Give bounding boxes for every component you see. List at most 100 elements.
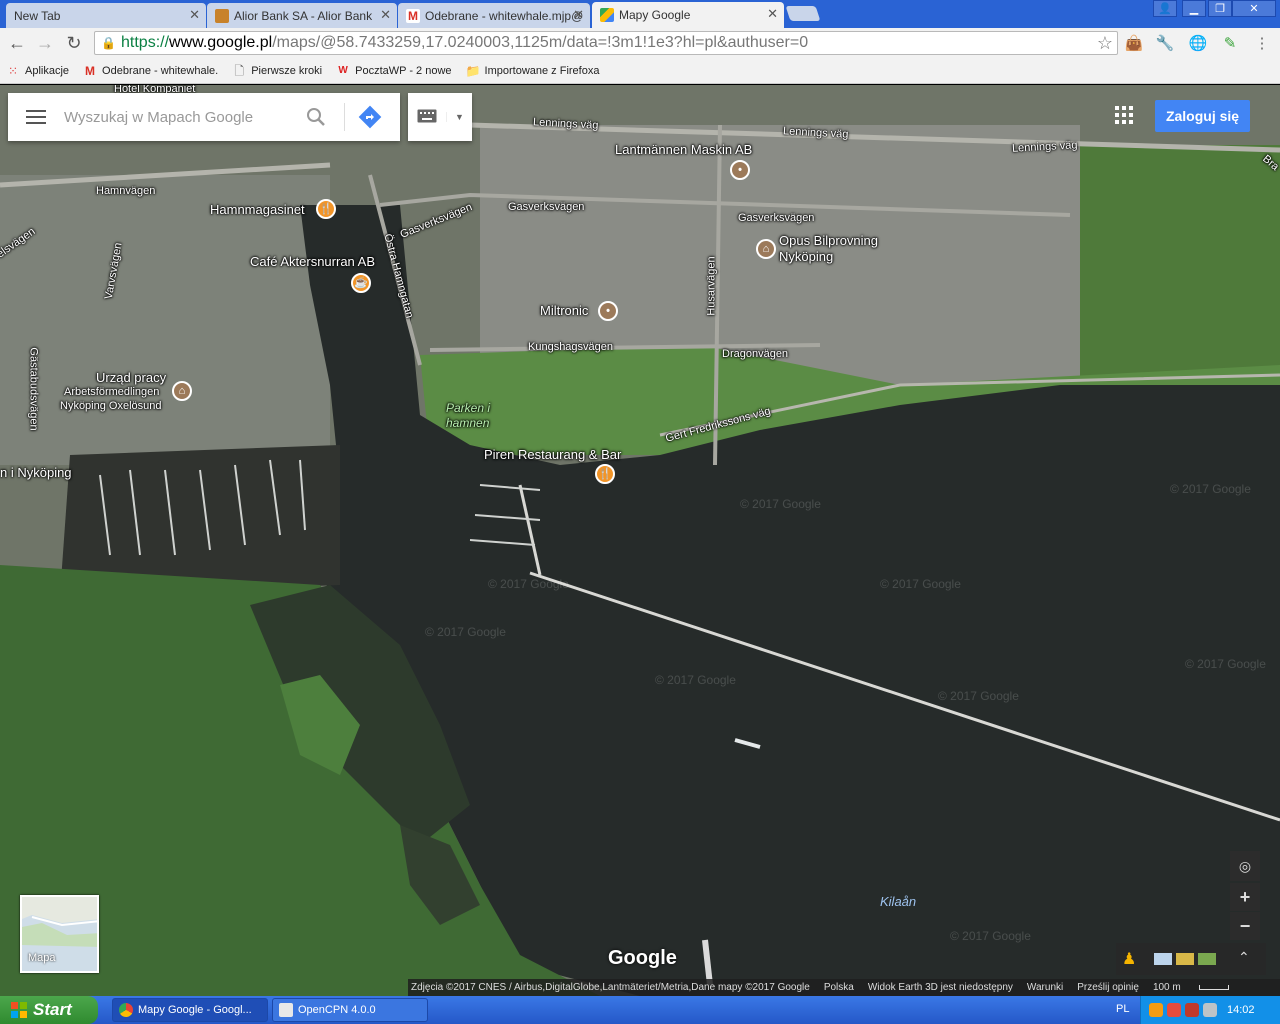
map-label-street[interactable]: Gästabudsvägen (28, 347, 40, 430)
attribution-bar: Zdjęcia ©2017 CNES / Airbus,DigitalGlobe… (408, 979, 1280, 996)
lock-icon: 🔒 (101, 36, 116, 50)
language-indicator[interactable]: PL (1116, 1003, 1129, 1015)
extension-globe-icon[interactable]: 🌐 (1188, 34, 1208, 54)
map-label-urzad-sub[interactable]: Nyköping Oxelösund (60, 400, 162, 412)
bookmark-poczta-wp[interactable]: W PocztaWP - 2 nowe (336, 64, 451, 78)
scale-bar[interactable]: 100 m (1153, 982, 1243, 993)
map-label-opus-city[interactable]: Nyköping (779, 249, 833, 264)
map-label-park[interactable]: hamnen (446, 416, 489, 430)
map-watermark: © 2017 Google (950, 929, 1031, 943)
close-window-icon[interactable]: ✕ (1232, 0, 1276, 17)
bookmark-star-icon[interactable]: ☆ (1097, 33, 1113, 54)
close-tab-icon[interactable]: ✕ (189, 7, 200, 23)
extension-evernote-icon[interactable]: ✎ (1220, 34, 1240, 54)
chevron-down-icon[interactable]: ▼ (446, 112, 472, 122)
map-watermark: © 2017 Google (938, 689, 1019, 703)
map-label-kilaan[interactable]: Kilaån (880, 894, 916, 909)
map-label-street[interactable]: Husarvägen (706, 256, 718, 315)
satellite-map[interactable]: © 2017 Google © 2017 Google © 2017 Googl… (0, 85, 1280, 996)
sign-in-button[interactable]: Zaloguj się (1155, 100, 1250, 132)
bookmark-odebrane[interactable]: M Odebrane - whitewhale. (83, 64, 218, 78)
reload-icon[interactable]: ↻ (63, 32, 85, 54)
map-type-toggle[interactable]: Mapa (20, 895, 99, 973)
map-label-street[interactable]: Kungshagsvägen (528, 341, 613, 353)
search-input[interactable] (64, 102, 296, 132)
map-label-street[interactable]: Gasverksvägen (508, 201, 584, 213)
imagery-thumb-3[interactable] (1198, 953, 1216, 965)
expand-up-icon[interactable]: ⌃ (1238, 949, 1250, 966)
map-label-miltronic[interactable]: Miltronic (540, 303, 588, 318)
map-label-street[interactable]: Gasverksvägen (738, 212, 814, 224)
my-location-icon[interactable]: ◎ (1230, 851, 1260, 881)
attribution-text: Zdjęcia ©2017 CNES / Airbus,DigitalGlobe… (411, 982, 810, 993)
map-label-cafe[interactable]: Café Aktersnurran AB (250, 254, 375, 269)
taskbar-item-opencpn[interactable]: OpenCPN 4.0.0 (272, 998, 428, 1022)
close-tab-icon[interactable]: ✕ (573, 7, 584, 23)
apps-grid-icon[interactable] (1114, 105, 1134, 125)
museum-icon[interactable]: ⌂ (756, 239, 776, 259)
start-button[interactable]: Start (0, 996, 98, 1024)
menu-hamburger-icon[interactable] (8, 93, 64, 141)
restaurant-icon[interactable]: 🍴 (316, 199, 336, 219)
zoom-in-button[interactable]: + (1230, 883, 1260, 911)
search-icon[interactable] (296, 97, 336, 137)
map-label-hamnmagasinet[interactable]: Hamnmagasinet (210, 202, 305, 217)
poi-place-icon[interactable]: • (730, 160, 750, 180)
tray-volume-icon[interactable] (1203, 1003, 1217, 1017)
forward-arrow-icon[interactable]: → (34, 32, 56, 54)
map-label-opus[interactable]: Opus Bilprovning (779, 233, 878, 248)
tray-app-icon[interactable] (1149, 1003, 1163, 1017)
new-tab-button[interactable] (785, 6, 821, 21)
tray-security-icon[interactable] (1185, 1003, 1199, 1017)
keyboard-icon[interactable] (408, 109, 446, 126)
restore-icon[interactable]: ❐ (1208, 0, 1232, 17)
map-label-park[interactable]: Parken i (446, 401, 490, 415)
feedback-link[interactable]: Prześlij opinię (1077, 982, 1139, 993)
tab-alior-bank[interactable]: Alior Bank SA - Alior Bank ✕ (207, 3, 397, 28)
input-tools[interactable]: ▼ (408, 93, 472, 141)
bookmark-aplikacje[interactable]: ⁙ Aplikacje (6, 64, 69, 78)
earth-view-notice: Widok Earth 3D jest niedostępny (867, 982, 1013, 993)
tab-mapy-google[interactable]: Mapy Google ✕ (592, 2, 784, 28)
tab-gmail[interactable]: M Odebrane - whitewhale.mjp@ ✕ (398, 3, 590, 28)
bookmark-folder-firefox[interactable]: 📁 Importowane z Firefoxa (466, 64, 600, 78)
imagery-thumb-2[interactable] (1176, 953, 1194, 965)
gmail-icon: M (406, 8, 420, 23)
map-label-street[interactable]: Hamnvägen (96, 185, 155, 197)
map-label-lantmannen[interactable]: Lantmännen Maskin AB (615, 142, 752, 157)
directions-icon[interactable] (345, 97, 395, 137)
page-icon: 🗋 (234, 63, 245, 78)
imagery-toolbar: ♟ ⌃ (1116, 943, 1266, 975)
map-label-urzad-pracy[interactable]: Urząd pracy (96, 370, 166, 385)
zoom-out-button[interactable]: − (1230, 912, 1260, 940)
extension-bag-icon[interactable]: 👜 (1124, 34, 1144, 54)
terms-link[interactable]: Warunki (1027, 982, 1063, 993)
country-link[interactable]: Polska (824, 982, 854, 993)
user-icon[interactable]: 👤 (1153, 0, 1177, 17)
taskbar-item-chrome[interactable]: Mapy Google - Googl... (112, 998, 268, 1022)
map-label-urzad-sub[interactable]: Arbetsförmedlingen (64, 386, 159, 398)
bookmark-label: Importowane z Firefoxa (484, 64, 600, 77)
cafe-icon[interactable]: ☕ (351, 273, 371, 293)
close-tab-icon[interactable]: ✕ (380, 7, 391, 23)
tab-new-tab[interactable]: New Tab ✕ (6, 3, 206, 28)
close-tab-icon[interactable]: ✕ (767, 6, 778, 22)
extension-key-icon[interactable]: 🔧 (1155, 34, 1175, 54)
government-icon[interactable]: ⌂ (172, 381, 192, 401)
tray-shield-icon[interactable] (1167, 1003, 1181, 1017)
clock[interactable]: 14:02 (1227, 1004, 1255, 1016)
imagery-thumb-1[interactable] (1154, 953, 1172, 965)
bookmark-pierwsze-kroki[interactable]: 🗋 Pierwsze kroki (232, 64, 322, 78)
map-label-nykoping[interactable]: n i Nyköping (0, 465, 72, 480)
menu-icon[interactable]: ⋮ (1252, 34, 1272, 54)
map-label-piren[interactable]: Piren Restaurang & Bar (484, 447, 621, 462)
restaurant-icon[interactable]: 🍴 (595, 464, 615, 484)
url-host: www.google.pl (169, 34, 273, 51)
minimize-icon[interactable]: ▁ (1182, 0, 1206, 17)
poi-place-icon[interactable]: • (598, 301, 618, 321)
map-label-street[interactable]: Dragonvägen (722, 348, 788, 360)
address-bar[interactable]: 🔒 https://www.google.pl/maps/@58.7433259… (94, 31, 1118, 55)
map-watermark: © 2017 Google (880, 577, 961, 591)
back-arrow-icon[interactable]: ← (6, 32, 28, 54)
pegman-icon[interactable]: ♟ (1122, 949, 1136, 969)
